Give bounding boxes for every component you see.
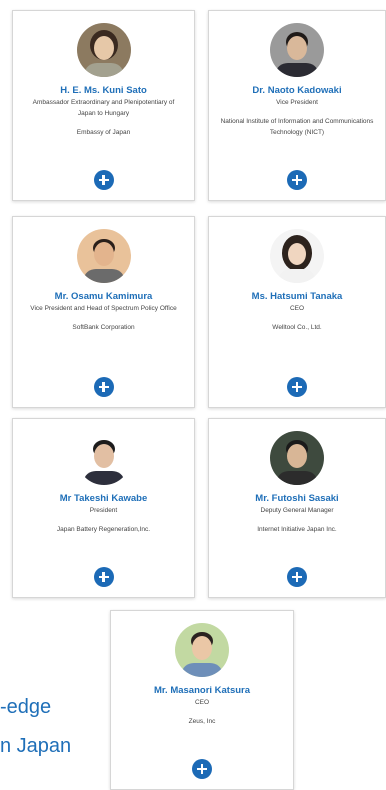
plus-circle-icon[interactable] <box>287 567 307 587</box>
avatar <box>175 623 229 677</box>
avatar <box>270 23 324 77</box>
speaker-card: Ms. Hatsumi Tanaka CEO Welltool Co., Ltd… <box>208 216 386 408</box>
speaker-card: Mr Takeshi Kawabe President Japan Batter… <box>12 418 195 598</box>
speaker-card: Mr. Futoshi Sasaki Deputy General Manage… <box>208 418 386 598</box>
speaker-organization: Embassy of Japan <box>76 129 131 136</box>
plus-circle-icon[interactable] <box>93 567 114 587</box>
avatar <box>270 229 324 283</box>
speaker-name: Mr Takeshi Kawabe <box>59 493 148 504</box>
side-heading-line-2: n Japan <box>0 735 72 757</box>
speaker-role: President <box>89 507 118 514</box>
portrait-photo <box>270 431 324 485</box>
portrait-photo <box>76 23 131 77</box>
speaker-name: Mr. Osamu Kamimura <box>54 291 153 302</box>
side-heading-line-1: -edge <box>0 696 52 718</box>
speaker-role: CEO <box>194 699 210 706</box>
speaker-card: Mr. Osamu Kamimura Vice President and He… <box>12 216 195 408</box>
speaker-organization: Welltool Co., Ltd. <box>272 324 322 331</box>
speaker-role: Vice President <box>276 99 318 106</box>
speaker-organization: Japan Battery Regeneration,Inc. <box>56 526 151 533</box>
portrait-photo <box>76 431 131 485</box>
speaker-organization: SoftBank Corporation <box>72 324 135 331</box>
speaker-organization: Internet Initiative Japan Inc. <box>257 526 337 533</box>
speaker-name: Mr. Masanori Katsura <box>153 685 251 696</box>
portrait-photo <box>270 229 324 283</box>
avatar <box>76 23 131 77</box>
speaker-card: H. E. Ms. Kuni Sato Ambassador Extraordi… <box>12 10 195 201</box>
plus-circle-icon[interactable] <box>93 377 114 397</box>
speaker-role: Deputy General Manager <box>260 507 334 514</box>
speaker-name: H. E. Ms. Kuni Sato <box>60 85 147 96</box>
plus-circle-icon[interactable] <box>287 377 307 397</box>
speaker-organization: National Institute of Information and Co… <box>220 118 374 136</box>
speaker-role: CEO <box>289 305 305 312</box>
portrait-photo <box>76 229 131 283</box>
speaker-organization: Zeus, Inc <box>188 718 216 725</box>
speaker-card: Dr. Naoto Kadowaki Vice President Nation… <box>208 10 386 201</box>
plus-circle-icon[interactable] <box>93 170 114 190</box>
plus-circle-icon[interactable] <box>287 170 307 190</box>
speaker-card: Mr. Masanori Katsura CEO Zeus, Inc <box>110 610 294 790</box>
plus-circle-icon[interactable] <box>192 759 212 779</box>
avatar <box>76 229 131 283</box>
speaker-name: Mr. Futoshi Sasaki <box>255 493 339 504</box>
speaker-name: Dr. Naoto Kadowaki <box>252 85 342 96</box>
speaker-role: Ambassador Extraordinary and Plenipotent… <box>32 99 175 117</box>
portrait-photo <box>270 23 324 77</box>
avatar <box>76 431 131 485</box>
speaker-name: Ms. Hatsumi Tanaka <box>251 291 343 302</box>
speaker-role: Vice President and Head of Spectrum Poli… <box>30 305 177 312</box>
avatar <box>270 431 324 485</box>
portrait-photo <box>175 623 229 677</box>
